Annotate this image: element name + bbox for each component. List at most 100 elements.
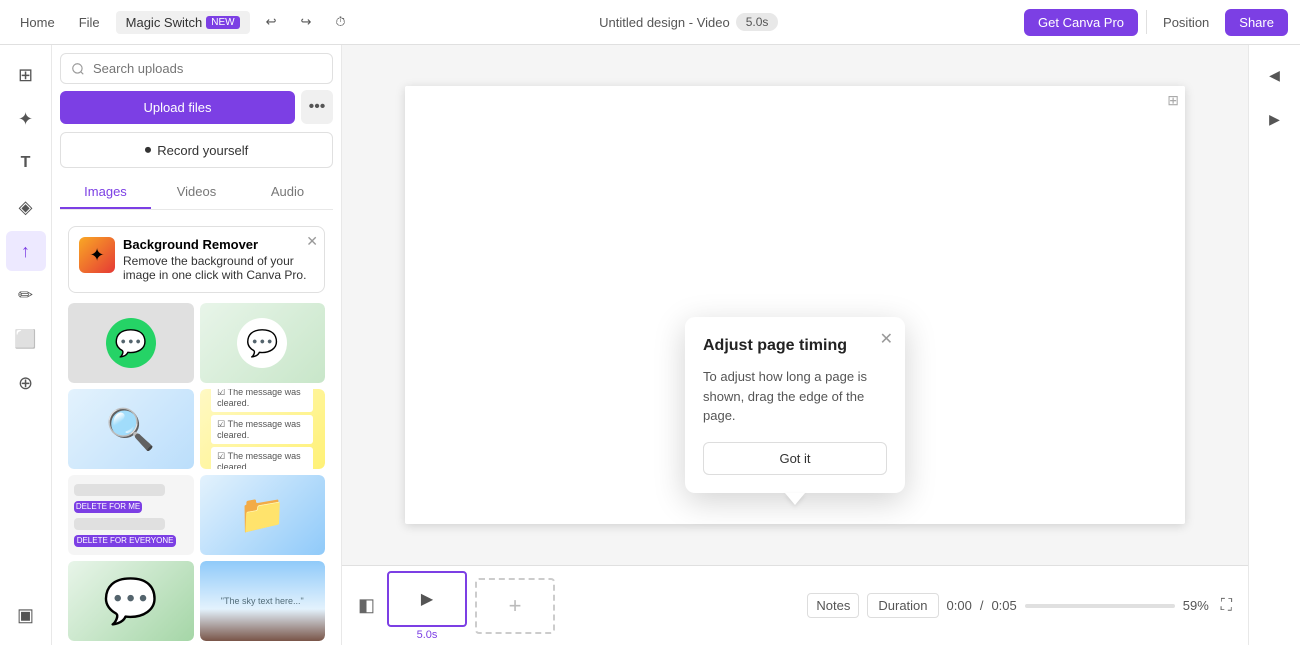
upload-item-3[interactable]: 🔍 — [68, 389, 194, 469]
bg-remover-info: Background Remover Remove the background… — [123, 237, 314, 282]
sidebar-item-brand[interactable]: ◈ — [6, 187, 46, 227]
notes-button[interactable]: Notes — [807, 593, 859, 618]
duration-badge: 5.0s — [736, 13, 779, 31]
thumb-whatsapp-2: 💬 — [200, 303, 326, 383]
dialog-body: To adjust how long a page is shown, drag… — [703, 367, 887, 426]
hide-pages-button[interactable]: ◧ — [354, 591, 379, 620]
upload-item-6[interactable]: 📁 — [200, 475, 326, 555]
timeline-add-page-button[interactable]: + — [475, 578, 555, 634]
bg-remover-icon: ✦ — [79, 237, 115, 273]
timeline-page-label: 5.0s — [417, 629, 438, 641]
whatsapp-logo-2: 💬 — [237, 318, 287, 368]
upload-panel: Upload files ••• ⏺ Record yourself Image… — [52, 45, 342, 645]
title-area: Untitled design - Video 5.0s — [599, 13, 778, 31]
time-total: 0:05 — [991, 598, 1016, 613]
new-badge: NEW — [206, 16, 239, 29]
more-options-button[interactable]: ••• — [301, 90, 333, 124]
right-panel-collapse-button[interactable]: ◀ — [1255, 55, 1295, 95]
upload-item-7[interactable]: 💬 — [68, 561, 194, 641]
canvas-area: ⊞ Adjust page timing ✕ To adjust how lon… — [342, 45, 1248, 645]
time-current: 0:00 — [947, 598, 972, 613]
adjust-timing-dialog: Adjust page timing ✕ To adjust how long … — [685, 317, 905, 493]
sidebar-icons: ⊞ ✦ T ◈ ↑ ✏ ⬜ ⊕ ▣ — [0, 45, 52, 645]
tab-videos[interactable]: Videos — [151, 176, 242, 209]
thumb-magnifier: 🔍 — [68, 389, 194, 469]
timeline: ◧ ▶ 5.0s + Notes Duration 0:00 / 0:05 — [342, 565, 1248, 645]
fullscreen-button[interactable]: ⛶ — [1217, 593, 1236, 619]
bg-remover-banner: ✦ Background Remover Remove the backgrou… — [68, 226, 325, 293]
get-canva-pro-button[interactable]: Get Canva Pro — [1024, 9, 1138, 36]
tab-images[interactable]: Images — [60, 176, 151, 209]
magic-switch-button[interactable]: Magic Switch NEW — [116, 11, 250, 34]
dialog-title: Adjust page timing — [703, 337, 887, 355]
add-icon: + — [509, 593, 522, 619]
timeline-right: Notes Duration 0:00 / 0:05 59% ⛶ — [807, 593, 1236, 619]
sidebar-item-uploads[interactable]: ↑ — [6, 231, 46, 271]
doc-line-3: ☑ The message was cleared. — [211, 447, 313, 470]
upload-panel-inner: ✦ Background Remover Remove the backgrou… — [52, 218, 341, 645]
divider — [1146, 10, 1147, 34]
file-button[interactable]: File — [71, 11, 108, 34]
thumb-msg: DELETE FOR ME DELETE FOR EVERYONE — [68, 475, 194, 555]
top-bar: Home File Magic Switch NEW ↩ ↪ ⏱ Untitle… — [0, 0, 1300, 45]
page-title: Untitled design - Video — [599, 15, 730, 30]
home-button[interactable]: Home — [12, 11, 63, 34]
search-input[interactable] — [60, 53, 333, 84]
sidebar-item-design[interactable]: ⊞ — [6, 55, 46, 95]
time-separator: / — [980, 598, 984, 613]
upload-files-button[interactable]: Upload files — [60, 91, 295, 124]
grid-row-2: 🔍 ☑ The message was cleared. ☑ The messa… — [68, 389, 325, 469]
uploads-grid: 💬 💬 — [60, 303, 333, 645]
right-panel-expand-button[interactable]: ▶ — [1255, 99, 1295, 139]
redo-button[interactable]: ↪ — [292, 10, 319, 34]
upload-item-1[interactable]: 💬 — [68, 303, 194, 383]
upload-item-8[interactable]: "The sky text here..." — [200, 561, 326, 641]
timeline-page-container: ▶ 5.0s — [387, 571, 467, 641]
whatsapp-logo-1: 💬 — [106, 318, 156, 368]
upload-item-2[interactable]: 💬 — [200, 303, 326, 383]
canvas-workspace: ⊞ Adjust page timing ✕ To adjust how lon… — [342, 45, 1248, 565]
more-icon: ••• — [309, 98, 326, 116]
share-button[interactable]: Share — [1225, 9, 1288, 36]
bg-remover-close-button[interactable]: ✕ — [306, 233, 318, 250]
sidebar-item-background[interactable]: ▣ — [6, 595, 46, 635]
upload-item-4[interactable]: ☑ The message was cleared. ☑ The message… — [200, 389, 326, 469]
timeline-progress-bar[interactable] — [1025, 604, 1175, 608]
sidebar-item-projects[interactable]: ⬜ — [6, 319, 46, 359]
tab-audio[interactable]: Audio — [242, 176, 333, 209]
record-icon: ⏺ — [145, 142, 152, 158]
top-bar-right: Get Canva Pro Position Share — [1024, 9, 1288, 36]
thumb-sky-1: "The sky text here..." — [200, 561, 326, 641]
upload-item-5[interactable]: DELETE FOR ME DELETE FOR EVERYONE — [68, 475, 194, 555]
grid-row-1: 💬 💬 — [68, 303, 325, 383]
main-layout: ⊞ ✦ T ◈ ↑ ✏ ⬜ ⊕ ▣ Upload files ••• ⏺ Rec… — [0, 45, 1300, 645]
sidebar-item-elements[interactable]: ✦ — [6, 99, 46, 139]
position-button[interactable]: Position — [1155, 11, 1217, 34]
thumb-whatsapp-bubble: 💬 — [68, 561, 194, 641]
thumb-folder: 📁 — [200, 475, 326, 555]
canvas-top-bar — [405, 86, 1185, 90]
dialog-arrow — [785, 493, 805, 505]
sidebar-item-text[interactable]: T — [6, 143, 46, 183]
record-yourself-button[interactable]: ⏺ Record yourself — [60, 132, 333, 168]
tabs-row: Images Videos Audio — [60, 176, 333, 210]
doc-line-2: ☑ The message was cleared. — [211, 415, 313, 444]
got-it-button[interactable]: Got it — [703, 442, 887, 475]
msg-bar-3 — [74, 518, 165, 530]
msg-bar-2: DELETE FOR ME — [74, 501, 142, 513]
sidebar-item-apps[interactable]: ⊕ — [6, 363, 46, 403]
dialog-close-button[interactable]: ✕ — [880, 329, 893, 349]
play-icon: ▶ — [421, 589, 433, 609]
duration-button[interactable]: Duration — [867, 593, 938, 618]
record-label: Record yourself — [157, 143, 248, 158]
canvas-collapse-button[interactable]: ⊞ — [1167, 92, 1179, 109]
sidebar-item-draw[interactable]: ✏ — [6, 275, 46, 315]
bg-remover-description: Remove the background of your image in o… — [123, 254, 314, 282]
undo-button[interactable]: ↩ — [258, 10, 285, 34]
msg-bar-1 — [74, 484, 165, 496]
top-bar-left: Home File Magic Switch NEW ↩ ↪ ⏱ — [12, 10, 354, 34]
doc-line-1: ☑ The message was cleared. — [211, 389, 313, 412]
timeline-page[interactable]: ▶ — [387, 571, 467, 627]
thumb-whatsapp-1: 💬 — [68, 303, 194, 383]
timer-button[interactable]: ⏱ — [327, 10, 353, 34]
